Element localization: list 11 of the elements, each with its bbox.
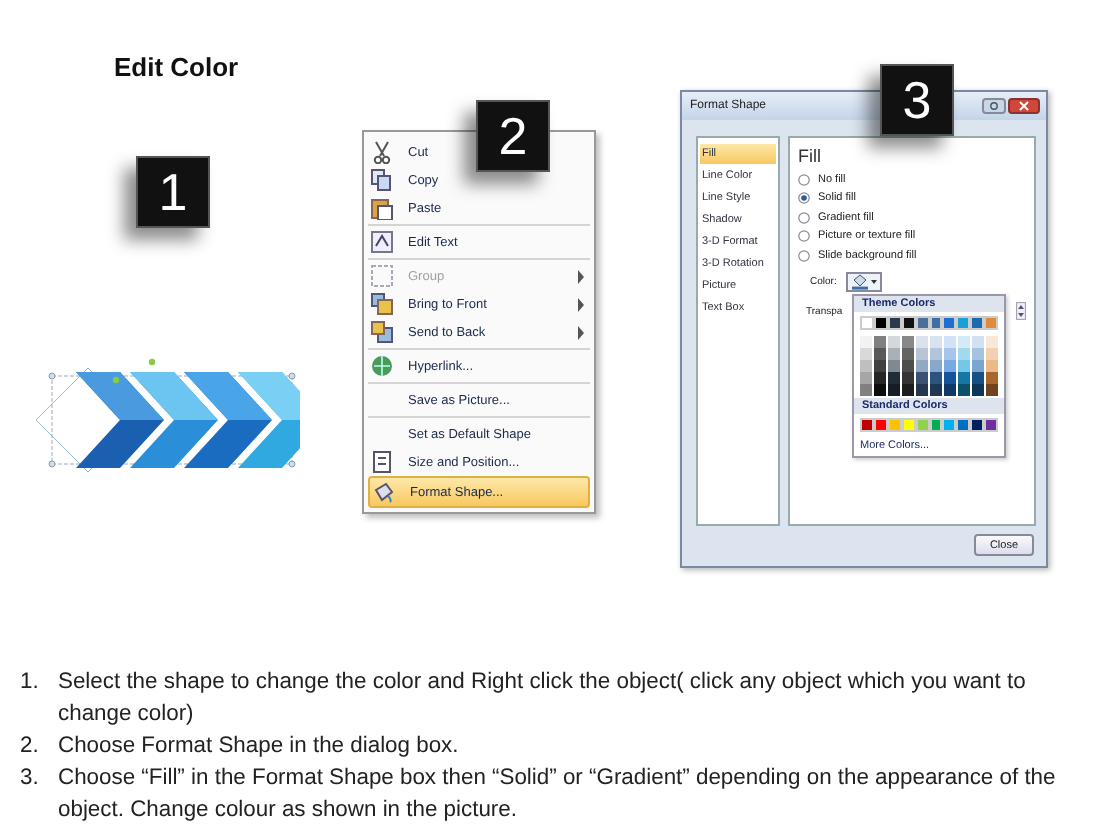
list-number: 2.	[18, 732, 41, 762]
step-number-badge: 3	[880, 64, 954, 136]
step-number-badge: 1	[136, 156, 210, 228]
list-number: 1.	[18, 668, 41, 698]
list-number: 3.	[18, 764, 41, 794]
instruction-text: Choose “Fill” in the Format Shape box then “Solid” or “Gradient” depending on the appearance of the object. Change colour as shown in the picture.	[58, 764, 1058, 826]
step-number-badge: 2	[476, 100, 550, 172]
section-heading: Fill	[798, 146, 823, 166]
instruction-text: Choose Format Shape in the dialog box.	[58, 732, 461, 762]
slide-title: Edit Color	[114, 52, 239, 82]
instruction-text: Select the shape to change the color and Right click the object( click any object which you want to change color)	[58, 668, 1028, 730]
